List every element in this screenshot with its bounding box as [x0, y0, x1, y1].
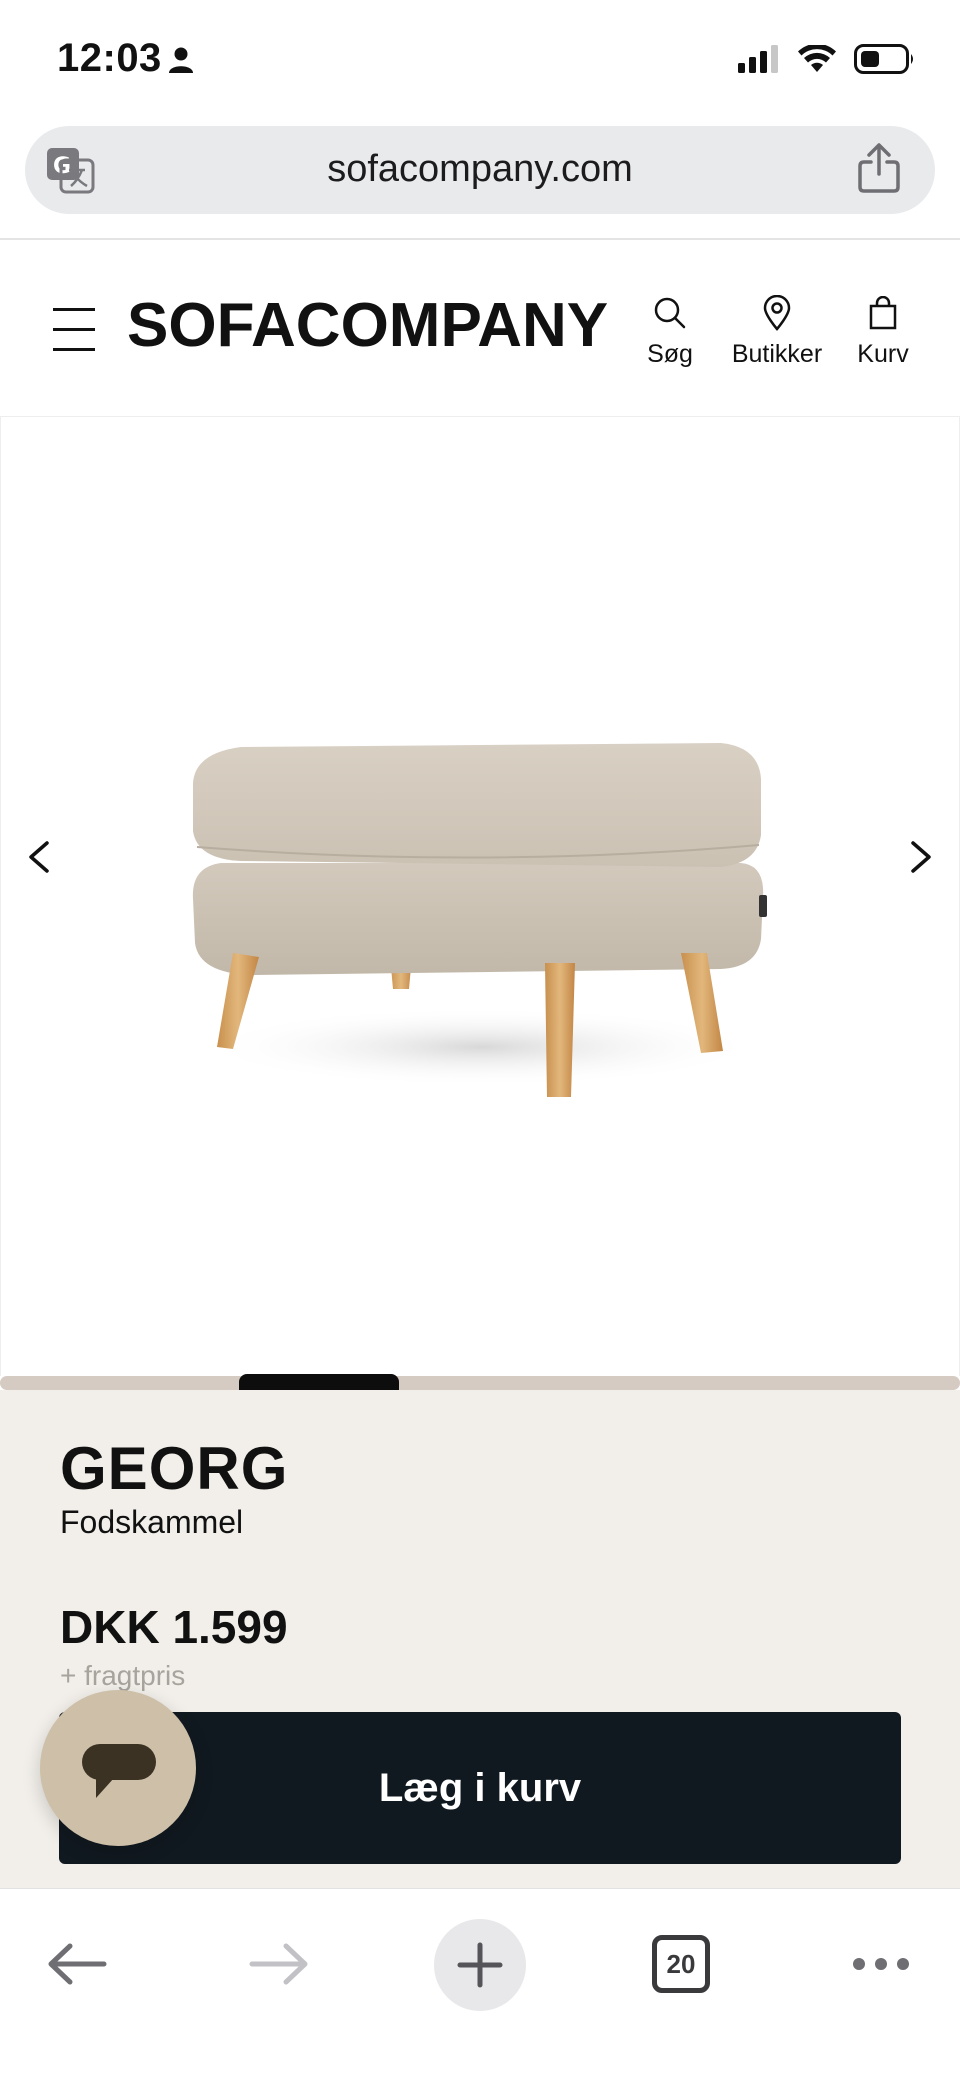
url-text[interactable]: sofacompany.com [25, 148, 935, 191]
nav-stores[interactable]: Butikker [722, 292, 832, 369]
plus-icon[interactable] [434, 1919, 526, 2011]
tabs-icon[interactable]: 20 [636, 1919, 726, 2009]
nav-search[interactable]: Søg [640, 292, 700, 369]
nav-cart[interactable]: Kurv [850, 292, 916, 369]
location-pin-icon [722, 292, 832, 334]
forward-arrow-icon[interactable] [234, 1919, 324, 2009]
status-indicators [738, 43, 916, 79]
search-icon [640, 292, 700, 334]
nav-search-label: Søg [647, 340, 693, 368]
battery-icon [854, 44, 916, 79]
back-arrow-icon[interactable] [32, 1919, 122, 2009]
wifi-icon [798, 43, 836, 78]
chevron-left-icon[interactable] [19, 827, 59, 887]
chat-button[interactable] [40, 1690, 196, 1846]
product-info-panel: GEORG Fodskammel DKK 1.599 + fragtpris L… [0, 1390, 960, 1888]
product-image-ottoman [181, 717, 781, 1122]
nav-cart-label: Kurv [857, 340, 909, 368]
hamburger-icon[interactable] [53, 308, 95, 352]
status-time: 12:03 [57, 36, 162, 80]
logo[interactable]: SOFACOMPANY [127, 290, 608, 361]
gallery-progress-bar[interactable] [0, 1374, 960, 1392]
status-bar: 12:03 [0, 0, 960, 118]
chat-icon [82, 1744, 156, 1798]
chevron-right-icon[interactable] [901, 827, 941, 887]
product-type: Fodskammel [60, 1504, 244, 1540]
shipping-note: + fragtpris [60, 1660, 186, 1691]
nav-stores-label: Butikker [731, 340, 823, 368]
site-header: SOFACOMPANY Søg Butikker Kurv [0, 240, 960, 416]
more-icon[interactable] [836, 1919, 926, 2009]
product-name: GEORG [60, 1435, 289, 1502]
signal-icon [738, 45, 780, 78]
tab-count: 20 [652, 1935, 710, 1993]
browser-toolbar: 20 [0, 1888, 960, 2078]
share-icon[interactable] [857, 142, 901, 199]
product-price: DKK 1.599 [60, 1601, 288, 1653]
shopping-bag-icon [850, 292, 916, 334]
person-icon [167, 46, 195, 79]
product-gallery[interactable] [0, 416, 960, 1376]
address-bar[interactable]: G sofacompany.com [25, 126, 935, 214]
